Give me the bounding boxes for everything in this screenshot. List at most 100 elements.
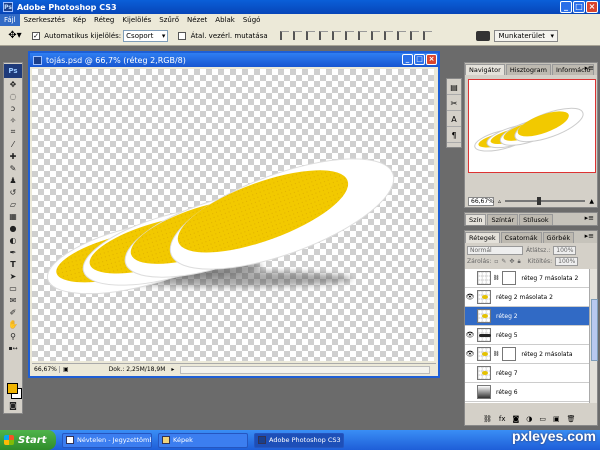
- distribute-top-icon[interactable]: [357, 31, 367, 40]
- tab-styles[interactable]: Stílusok: [519, 214, 553, 225]
- auto-select-checkbox[interactable]: ✓: [32, 31, 40, 40]
- new-layer-icon[interactable]: ▣: [553, 415, 560, 423]
- palette-well-icon[interactable]: [476, 31, 490, 41]
- document-canvas[interactable]: [32, 69, 436, 361]
- clone-stamp-tool-icon[interactable]: ♟: [4, 174, 22, 186]
- fill-input[interactable]: 100%: [555, 257, 579, 266]
- layer-row[interactable]: réteg 6: [465, 383, 591, 402]
- lock-transparency-icon[interactable]: ▫: [494, 258, 498, 265]
- layer-row[interactable]: 👁︎ ⛓ réteg 2 másolata: [465, 345, 591, 364]
- document-zoom[interactable]: 66,67%: [32, 366, 60, 373]
- horizontal-scrollbar[interactable]: [180, 365, 430, 374]
- trash-icon[interactable]: 🗑︎: [567, 415, 576, 423]
- start-button[interactable]: Start: [0, 430, 56, 450]
- navigator-zoom-slider[interactable]: [505, 197, 586, 205]
- taskbar-item-images[interactable]: Képek: [158, 432, 248, 448]
- navigator-preview[interactable]: [468, 79, 596, 173]
- layer-mask-thumbnail[interactable]: [502, 347, 517, 361]
- align-top-icon[interactable]: [279, 31, 289, 40]
- paragraph-panel-icon[interactable]: ¶: [447, 129, 461, 143]
- align-right-icon[interactable]: [344, 31, 354, 40]
- eyedropper-tool-icon[interactable]: ⁄: [4, 138, 22, 150]
- hand-tool-icon[interactable]: ✋: [4, 318, 22, 330]
- distribute-hcenter-icon[interactable]: [409, 31, 419, 40]
- new-group-icon[interactable]: ▭: [539, 415, 546, 423]
- gradient-tool-icon[interactable]: ▦: [4, 210, 22, 222]
- layer-row[interactable]: réteg 7: [465, 364, 591, 383]
- eyedropper-sample-tool-icon[interactable]: ✐: [4, 306, 22, 318]
- pen-tool-icon[interactable]: ✒: [4, 246, 22, 258]
- status-menu-arrow-icon[interactable]: ▸: [171, 366, 174, 373]
- path-selection-tool-icon[interactable]: ➤: [4, 270, 22, 282]
- align-hcenter-icon[interactable]: [331, 31, 341, 40]
- tab-channels[interactable]: Csatornák: [500, 232, 542, 243]
- healing-brush-tool-icon[interactable]: ✚: [4, 150, 22, 162]
- distribute-bottom-icon[interactable]: [383, 31, 393, 40]
- panel-menu-icon[interactable]: ▸≡: [585, 64, 594, 72]
- opacity-input[interactable]: 100%: [553, 246, 577, 255]
- document-titlebar[interactable]: tojás.psd @ 66,7% (réteg 2,RGB/8) _ □ ×: [30, 53, 438, 67]
- add-mask-icon[interactable]: ◙: [513, 415, 520, 423]
- menu-edit[interactable]: Szerkesztés: [20, 14, 69, 26]
- foreground-color-swatch[interactable]: [7, 383, 18, 394]
- taskbar-item-photoshop[interactable]: Adobe Photoshop CS3: [254, 432, 344, 448]
- blend-mode-dropdown[interactable]: Normál: [467, 246, 523, 255]
- eye-icon[interactable]: 👁︎: [465, 293, 475, 301]
- history-brush-tool-icon[interactable]: ↺: [4, 186, 22, 198]
- link-layers-icon[interactable]: ⛓: [483, 415, 492, 423]
- minimize-button[interactable]: _: [560, 1, 572, 13]
- type-tool-icon[interactable]: T: [4, 258, 22, 270]
- lock-brush-icon[interactable]: ✎: [501, 258, 506, 265]
- layer-mask-thumbnail[interactable]: [502, 271, 517, 285]
- eye-icon[interactable]: 👁︎: [465, 331, 475, 339]
- menu-help[interactable]: Súgó: [239, 14, 265, 26]
- menu-file[interactable]: Fájl: [0, 14, 20, 26]
- tab-paths[interactable]: Görbék: [542, 232, 575, 243]
- tab-navigator[interactable]: Navigátor: [465, 64, 505, 75]
- panel-menu-icon[interactable]: ▸≡: [585, 232, 594, 240]
- menu-window[interactable]: Ablak: [211, 14, 239, 26]
- tool-presets-icon[interactable]: ✂: [447, 97, 461, 111]
- lock-move-icon[interactable]: ✥: [509, 258, 514, 265]
- tab-layers[interactable]: Rétegek: [465, 232, 500, 243]
- move-tool-preset-icon[interactable]: ✥▾: [4, 28, 26, 44]
- move-tool-icon[interactable]: ✥: [4, 78, 22, 90]
- brushes-panel-icon[interactable]: ▤: [447, 81, 461, 95]
- lasso-tool-icon[interactable]: ↄ: [4, 102, 22, 114]
- auto-select-dropdown[interactable]: Csoport: [123, 29, 169, 42]
- zoom-out-icon[interactable]: ▵: [498, 198, 501, 205]
- layer-style-icon[interactable]: fx: [499, 415, 506, 423]
- eye-icon[interactable]: 👁︎: [465, 350, 475, 358]
- menu-select[interactable]: Kijelölés: [118, 14, 155, 26]
- doc-close-button[interactable]: ×: [426, 54, 437, 65]
- brush-tool-icon[interactable]: ✎: [4, 162, 22, 174]
- tab-color[interactable]: Szín: [465, 214, 487, 225]
- adjustment-layer-icon[interactable]: ◑: [526, 415, 532, 423]
- document-scrollbar[interactable]: [434, 69, 438, 361]
- layer-row-selected[interactable]: réteg 2: [465, 307, 591, 326]
- blur-tool-icon[interactable]: ●: [4, 222, 22, 234]
- distribute-vcenter-icon[interactable]: [370, 31, 380, 40]
- show-transform-checkbox[interactable]: [178, 31, 187, 40]
- layer-row[interactable]: 👁︎ réteg 5: [465, 326, 591, 345]
- crop-tool-icon[interactable]: ⌗: [4, 126, 22, 138]
- doc-minimize-button[interactable]: _: [402, 54, 413, 65]
- magic-wand-tool-icon[interactable]: ✧: [4, 114, 22, 126]
- shape-tool-icon[interactable]: ▭: [4, 282, 22, 294]
- tab-histogram[interactable]: Hisztogram: [505, 64, 551, 75]
- quick-mask-icon[interactable]: ◙: [4, 399, 22, 411]
- lock-all-icon[interactable]: 🔒︎: [517, 258, 520, 266]
- menu-layer[interactable]: Réteg: [90, 14, 118, 26]
- workspace-dropdown[interactable]: Munkaterület: [493, 30, 558, 42]
- align-left-icon[interactable]: [318, 31, 328, 40]
- doc-maximize-button[interactable]: □: [414, 54, 425, 65]
- distribute-right-icon[interactable]: [422, 31, 432, 40]
- menu-image[interactable]: Kép: [69, 14, 90, 26]
- status-options-icon[interactable]: ▣: [63, 366, 69, 373]
- marquee-tool-icon[interactable]: ◌: [4, 90, 22, 102]
- tab-swatches[interactable]: Színtár: [487, 214, 519, 225]
- notes-tool-icon[interactable]: ✉: [4, 294, 22, 306]
- menu-filter[interactable]: Szűrő: [155, 14, 183, 26]
- align-vcenter-icon[interactable]: [292, 31, 302, 40]
- zoom-tool-icon[interactable]: ⚲: [4, 330, 22, 342]
